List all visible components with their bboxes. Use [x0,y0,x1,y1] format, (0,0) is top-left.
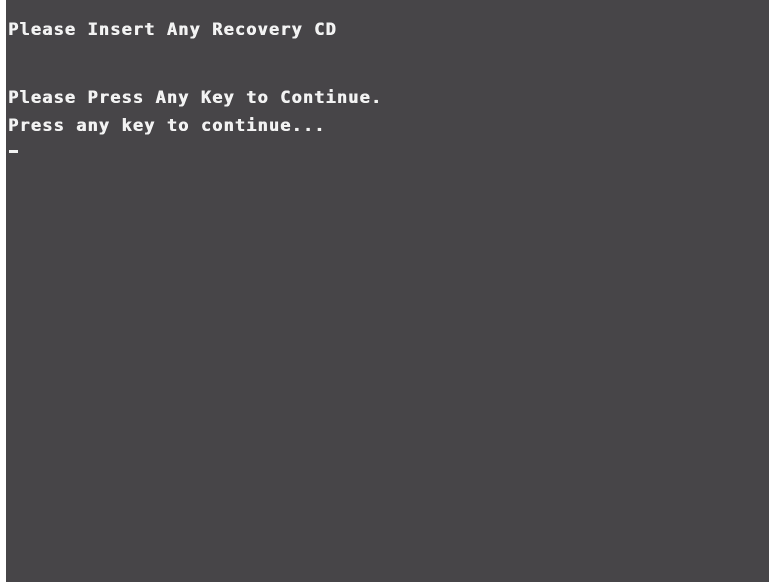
insert-recovery-cd-message: Please Insert Any Recovery CD [8,20,337,40]
press-key-continue-prompt: Press any key to continue... [8,116,326,136]
press-key-prompt: Please Press Any Key to Continue. [8,88,383,108]
text-cursor [9,150,18,153]
console-screen[interactable]: Please Insert Any Recovery CD Please Pre… [6,0,769,582]
